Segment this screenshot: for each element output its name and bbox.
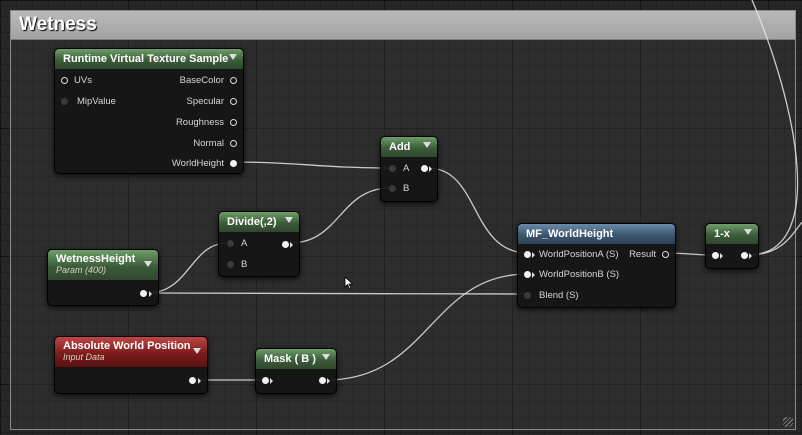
- pin-icon[interactable]: [524, 251, 531, 258]
- comment-header[interactable]: Wetness: [11, 11, 795, 40]
- mf-input-world-position-b-label: WorldPositionB (S): [539, 269, 620, 280]
- add-input-a-label: A: [403, 163, 410, 174]
- pin-icon[interactable]: [662, 251, 669, 258]
- output-arrow-icon: [327, 378, 330, 384]
- absolute-world-position-header[interactable]: Absolute World Position Input Data: [55, 337, 207, 367]
- collapse-arrow-icon[interactable]: [193, 348, 201, 354]
- rvt-output-specular[interactable]: Specular: [137, 95, 237, 109]
- pin-icon[interactable]: [524, 292, 531, 299]
- cursor-icon: [344, 276, 354, 290]
- pin-icon[interactable]: [230, 119, 237, 126]
- wetness-height-title: WetnessHeight: [56, 253, 136, 265]
- pin-icon[interactable]: [227, 240, 234, 247]
- mf-world-height-node[interactable]: MF_WorldHeight WorldPositionA (S) WorldP…: [517, 223, 676, 308]
- pin-icon[interactable]: [61, 98, 68, 105]
- rvt-input-uvs-label: UVs: [74, 75, 92, 86]
- output-arrow-icon: [429, 166, 432, 172]
- wetness-height-node[interactable]: WetnessHeight Param (400): [47, 249, 159, 306]
- resize-grip-icon[interactable]: [783, 417, 793, 427]
- pin-icon[interactable]: [741, 252, 748, 259]
- input-arrow-icon: [270, 378, 273, 384]
- output-arrow-icon: [290, 242, 293, 248]
- rvt-sample-header[interactable]: Runtime Virtual Texture Sample: [55, 49, 243, 69]
- rvt-output-worldheight-label: WorldHeight: [171, 158, 224, 169]
- add-header[interactable]: Add: [381, 137, 437, 157]
- mf-input-world-position-b[interactable]: WorldPositionB (S): [524, 268, 634, 282]
- pin-icon[interactable]: [712, 252, 719, 259]
- divide-header[interactable]: Divide(,2): [219, 212, 299, 232]
- pin-icon[interactable]: [421, 165, 428, 172]
- add-title: Add: [389, 141, 411, 153]
- collapse-arrow-icon[interactable]: [322, 354, 330, 360]
- one-minus-header[interactable]: 1-x: [706, 224, 758, 244]
- rvt-output-worldheight[interactable]: WorldHeight: [137, 157, 237, 171]
- input-arrow-icon: [532, 272, 535, 278]
- wetness-height-header[interactable]: WetnessHeight Param (400): [48, 250, 158, 280]
- one-minus-title: 1-x: [714, 228, 730, 240]
- pin-icon[interactable]: [230, 140, 237, 147]
- rvt-output-basecolor-label: BaseColor: [179, 75, 224, 86]
- pin-icon[interactable]: [319, 377, 326, 384]
- rvt-output-normal[interactable]: Normal: [137, 137, 237, 151]
- pin-icon[interactable]: [524, 271, 531, 278]
- add-input-b[interactable]: B: [389, 182, 429, 196]
- rvt-sample-node[interactable]: Runtime Virtual Texture Sample UVs MipVa…: [54, 48, 244, 174]
- mf-output-result[interactable]: Result: [625, 248, 669, 262]
- divide-input-b[interactable]: B: [227, 258, 267, 272]
- mask-title: Mask ( B ): [264, 353, 316, 365]
- pin-icon[interactable]: [389, 165, 396, 172]
- pin-icon[interactable]: [189, 377, 196, 384]
- mf-output-result-label: Result: [629, 249, 656, 260]
- collapse-arrow-icon[interactable]: [144, 261, 152, 267]
- one-minus-node[interactable]: 1-x: [705, 223, 759, 269]
- pin-icon[interactable]: [230, 77, 237, 84]
- mf-input-world-position-a[interactable]: WorldPositionA (S): [524, 248, 634, 262]
- mf-input-blend[interactable]: Blend (S): [524, 289, 634, 303]
- divide-input-a[interactable]: A: [227, 237, 267, 251]
- pin-icon[interactable]: [262, 377, 269, 384]
- pin-icon[interactable]: [389, 185, 396, 192]
- pin-icon[interactable]: [230, 160, 237, 167]
- rvt-output-normal-label: Normal: [193, 138, 224, 149]
- pin-icon[interactable]: [282, 241, 289, 248]
- output-arrow-icon: [198, 378, 201, 384]
- rvt-output-basecolor[interactable]: BaseColor: [137, 74, 237, 88]
- collapse-arrow-icon[interactable]: [423, 142, 431, 148]
- divide-input-b-label: B: [241, 259, 248, 270]
- pin-icon[interactable]: [140, 290, 147, 297]
- input-arrow-icon: [532, 252, 535, 258]
- add-input-b-label: B: [403, 183, 410, 194]
- mf-input-blend-label: Blend (S): [539, 290, 579, 301]
- mf-input-world-position-a-label: WorldPositionA (S): [539, 249, 619, 260]
- rvt-output-specular-label: Specular: [186, 96, 225, 107]
- divide-title: Divide(,2): [227, 216, 277, 228]
- rvt-sample-title: Runtime Virtual Texture Sample: [63, 53, 229, 65]
- absolute-world-position-node[interactable]: Absolute World Position Input Data: [54, 336, 208, 394]
- divide-input-a-label: A: [241, 238, 248, 249]
- mf-world-height-title: MF_WorldHeight: [526, 228, 614, 240]
- mask-header[interactable]: Mask ( B ): [256, 349, 336, 369]
- absolute-world-position-subtitle: Input Data: [63, 352, 105, 362]
- collapse-arrow-icon[interactable]: [285, 217, 293, 223]
- absolute-world-position-title: Absolute World Position: [63, 340, 191, 352]
- mask-node[interactable]: Mask ( B ): [255, 348, 337, 394]
- collapse-arrow-icon[interactable]: [229, 54, 237, 60]
- rvt-output-roughness[interactable]: Roughness: [137, 116, 237, 130]
- add-node[interactable]: Add A B: [380, 136, 438, 202]
- rvt-input-mipvalue-label: MipValue: [77, 96, 116, 107]
- comment-title: Wetness: [19, 14, 97, 35]
- rvt-output-roughness-label: Roughness: [175, 117, 224, 128]
- pin-icon[interactable]: [230, 98, 237, 105]
- collapse-arrow-icon[interactable]: [744, 229, 752, 235]
- pin-icon[interactable]: [227, 261, 234, 268]
- divide-node[interactable]: Divide(,2) A B: [218, 211, 300, 277]
- output-arrow-icon: [149, 291, 152, 297]
- output-arrow-icon: [749, 253, 752, 259]
- mf-world-height-header[interactable]: MF_WorldHeight: [518, 224, 675, 244]
- pin-icon[interactable]: [61, 77, 68, 84]
- graph-canvas[interactable]: Wetness Runtime Virtual Texture Sample U…: [0, 0, 802, 435]
- input-arrow-icon: [720, 253, 723, 259]
- wetness-height-subtitle: Param (400): [56, 265, 107, 275]
